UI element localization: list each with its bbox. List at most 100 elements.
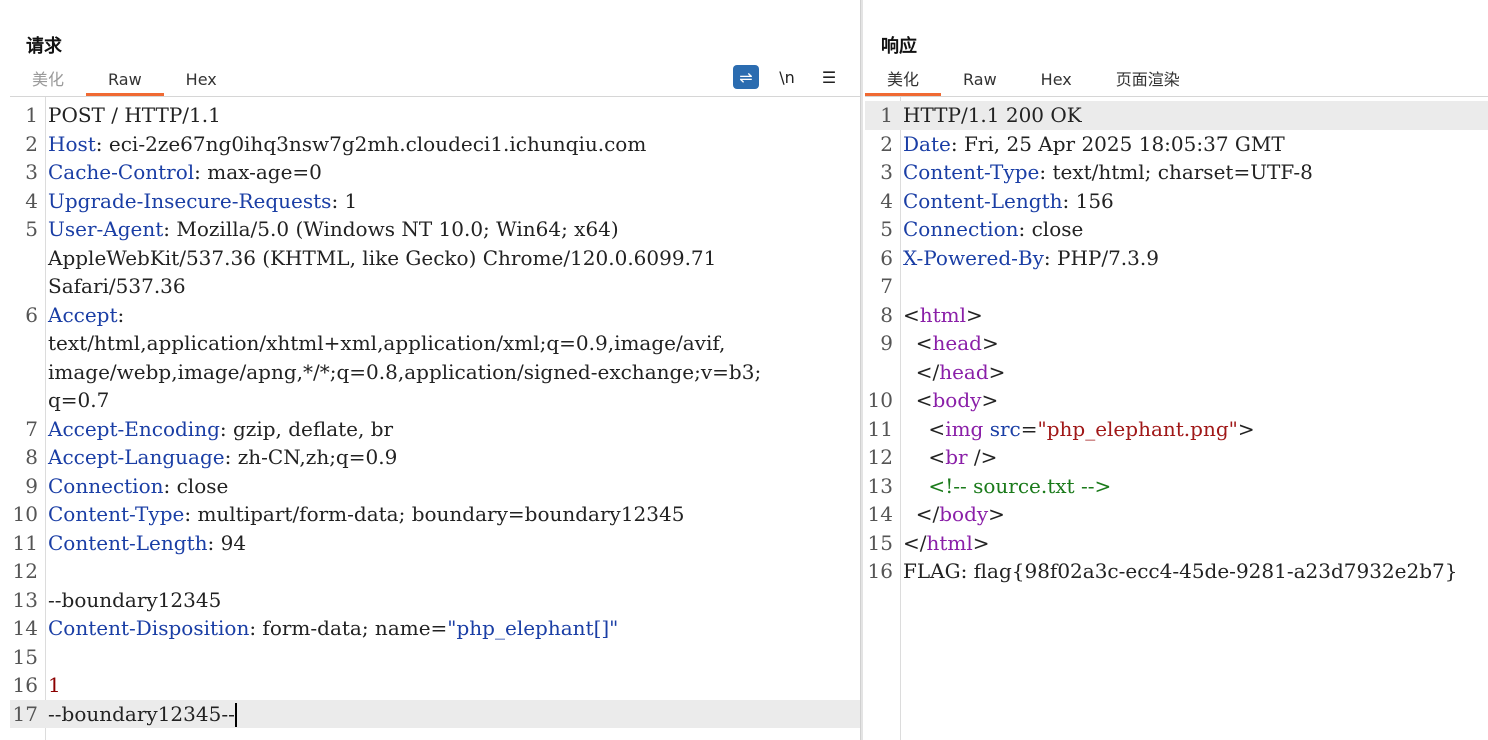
code-token: Safari/537.36 [48, 274, 186, 298]
code-token: </ [903, 359, 940, 384]
line-text: Upgrade-Insecure-Requests: 1 [40, 187, 861, 216]
show-newlines-icon[interactable]: \n [773, 64, 801, 90]
code-line[interactable]: 14 </body> [865, 500, 1488, 529]
line-text: HTTP/1.1 200 OK [895, 101, 1488, 130]
code-line[interactable]: 14 Content-Disposition: form-data; name="… [10, 614, 861, 643]
tab-pretty[interactable]: 美化 [10, 66, 86, 96]
tab-hex[interactable]: Hex [1019, 66, 1094, 96]
code-line[interactable]: q=0.7 [10, 386, 861, 415]
code-line[interactable]: 15 </html> [865, 529, 1488, 558]
line-text [40, 557, 861, 586]
code-token: text/html,application/xhtml+xml,applicat… [48, 331, 726, 355]
line-text: <body> [895, 386, 1488, 415]
tab-raw[interactable]: Raw [86, 66, 164, 96]
code-line[interactable]: 10 <body> [865, 386, 1488, 415]
code-line[interactable]: 11 <img src="php_elephant.png"> [865, 415, 1488, 444]
code-line[interactable]: 6 X-Powered-By: PHP/7.3.9 [865, 244, 1488, 273]
code-token: img [945, 416, 984, 441]
line-number: 8 [25, 445, 38, 469]
line-text: </head> [895, 358, 1488, 387]
code-token: html [919, 302, 967, 327]
code-line[interactable]: 3 Cache-Control: max-age=0 [10, 158, 861, 187]
code-line[interactable]: 2 Date: Fri, 25 Apr 2025 18:05:37 GMT [865, 130, 1488, 159]
response-editor[interactable]: 1 HTTP/1.1 200 OK 2 Date: Fri, 25 Apr 2025 … [865, 96, 1488, 740]
code-token: Content-Disposition [48, 616, 250, 640]
code-token: /> [967, 445, 998, 469]
code-token: > [966, 302, 983, 327]
word-wrap-icon[interactable]: ⇌ [733, 65, 759, 89]
tab-render[interactable]: 页面渲染 [1094, 66, 1202, 96]
line-number: 15 [867, 530, 893, 555]
code-token: : text/html; charset=UTF-8 [1039, 160, 1313, 184]
tab-hex[interactable]: Hex [164, 66, 239, 96]
code-token: < [903, 416, 946, 441]
line-text: <html> [895, 301, 1488, 330]
request-code[interactable]: 1 POST / HTTP/1.1 2 Host: eci-2ze67ng0ihq3n… [10, 101, 861, 728]
code-line[interactable]: 8 Accept-Language: zh-CN,zh;q=0.9 [10, 443, 861, 472]
code-line[interactable]: 15 [10, 643, 861, 672]
line-number: 4 [25, 188, 38, 213]
tab-pretty[interactable]: 美化 [865, 66, 942, 96]
code-line[interactable]: 16 FLAG: flag{98f02a3c-ecc4-45de-9281-a23… [865, 557, 1488, 586]
code-line[interactable]: </head> [865, 358, 1488, 387]
line-number: 2 [880, 131, 893, 156]
code-line[interactable]: 16 1 [10, 671, 861, 700]
code-line[interactable]: 3 Content-Type: text/html; charset=UTF-8 [865, 158, 1488, 187]
tab-raw[interactable]: Raw [941, 66, 1019, 96]
response-code[interactable]: 1 HTTP/1.1 200 OK 2 Date: Fri, 25 Apr 2025 … [865, 101, 1488, 586]
code-line[interactable]: 4 Upgrade-Insecure-Requests: 1 [10, 187, 861, 216]
code-line[interactable]: image/webp,image/apng,*/*;q=0.8,applicat… [10, 358, 861, 387]
code-line[interactable]: Safari/537.36 [10, 272, 861, 301]
line-number: 13 [867, 473, 893, 498]
code-token: FLAG: flag{98f02a3c-ecc4-45de-9281-a23d7… [903, 559, 1458, 583]
line-number: 3 [25, 160, 38, 184]
code-line[interactable]: 11 Content-Length: 94 [10, 529, 861, 558]
code-line[interactable]: 5 Connection: close [865, 215, 1488, 244]
line-number: 14 [867, 502, 893, 526]
line-text: FLAG: flag{98f02a3c-ecc4-45de-9281-a23d7… [895, 557, 1488, 586]
code-token: Host [48, 131, 96, 156]
line-text: <head> [895, 329, 1488, 358]
code-token: HTTP/1.1 200 OK [903, 103, 1082, 127]
line-text: Accept-Encoding: gzip, deflate, br [40, 415, 861, 444]
code-line[interactable]: 10 Content-Type: multipart/form-data; bou… [10, 500, 861, 529]
code-line[interactable]: 9 <head> [865, 329, 1488, 358]
code-line[interactable]: 7 [865, 272, 1488, 301]
code-line[interactable]: 4 Content-Length: 156 [865, 187, 1488, 216]
code-token: Cache-Control [48, 160, 195, 184]
code-token: Content-Length [903, 188, 1063, 213]
code-line[interactable]: 6 Accept: [10, 301, 861, 330]
line-number: 14 [12, 616, 38, 640]
code-line[interactable]: 1 POST / HTTP/1.1 [10, 101, 861, 130]
line-number: 6 [880, 245, 893, 270]
code-line[interactable]: 13 --boundary12345 [10, 586, 861, 615]
code-line[interactable]: 8 <html> [865, 301, 1488, 330]
line-number: 9 [25, 473, 38, 498]
code-line[interactable]: AppleWebKit/537.36 (KHTML, like Gecko) C… [10, 244, 861, 273]
code-line[interactable]: 12 [10, 557, 861, 586]
menu-icon[interactable]: ☰ [815, 64, 843, 90]
code-token: Content-Length [48, 530, 208, 555]
code-line[interactable]: 17 --boundary12345-- [10, 699, 861, 728]
response-tabs: 美化 Raw Hex 页面渲染 [865, 66, 1202, 96]
code-token: = [1020, 416, 1038, 441]
line-text: <br /> [895, 443, 1488, 472]
code-line[interactable]: 12 <br /> [865, 443, 1488, 472]
line-number: 5 [25, 217, 38, 241]
code-token: : eci-2ze67ng0ihq3nsw7g2mh.cloudeci1.ich… [95, 131, 647, 156]
line-number: 1 [25, 103, 38, 127]
code-token: html [926, 530, 973, 555]
code-line[interactable]: 2 Host: eci-2ze67ng0ihq3nsw7g2mh.cloudeci… [10, 130, 861, 159]
code-line[interactable]: 9 Connection: close [10, 472, 861, 501]
line-number: 10 [867, 388, 893, 412]
code-line[interactable]: text/html,application/xhtml+xml,applicat… [10, 329, 861, 358]
code-line[interactable]: 1 HTTP/1.1 200 OK [865, 101, 1488, 130]
code-line[interactable]: 13 <!-- source.txt --> [865, 472, 1488, 501]
line-number: 7 [25, 416, 38, 441]
code-token: > [1237, 416, 1255, 441]
code-line[interactable]: 5 User-Agent: Mozilla/5.0 (Windows NT 10.… [10, 215, 861, 244]
code-token: : zh-CN,zh;q=0.9 [224, 445, 398, 469]
line-number [10, 386, 40, 415]
request-editor[interactable]: 1 POST / HTTP/1.1 2 Host: eci-2ze67ng0ihq3n… [10, 96, 861, 740]
code-line[interactable]: 7 Accept-Encoding: gzip, deflate, br [10, 415, 861, 444]
